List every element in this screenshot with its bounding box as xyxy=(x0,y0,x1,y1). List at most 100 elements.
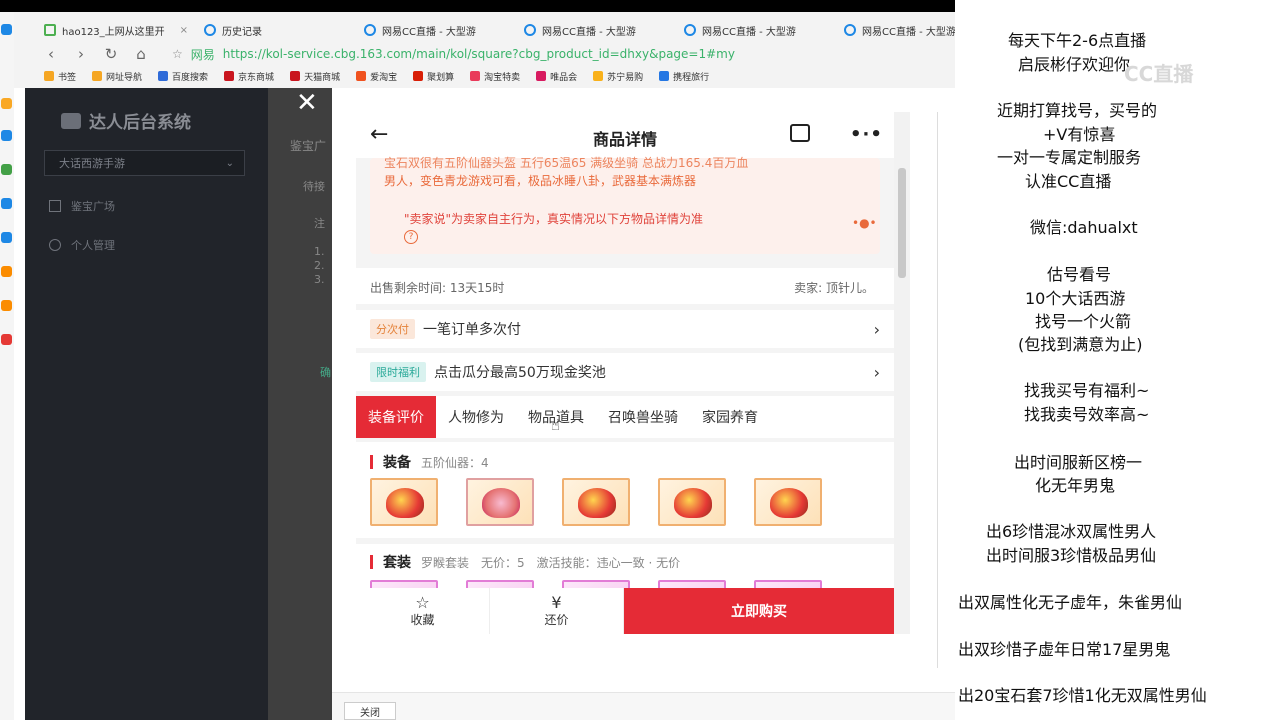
bookmark-item[interactable]: 淘宝特卖 xyxy=(462,70,528,83)
tab-hao123[interactable]: hao123_上网从这里开 × xyxy=(36,18,196,42)
back-icon[interactable]: ‹ xyxy=(36,45,66,63)
tab-cc-1[interactable]: 网易CC直播 - 大型游 xyxy=(356,18,516,42)
equipment-item[interactable] xyxy=(466,478,534,526)
overlay-line: 认准CC直播 xyxy=(1025,172,1112,191)
notice-top-line: 宝石双很有五阶仙器头盔 五行65温65 满级坐骑 总战力165.4百万血 xyxy=(384,156,749,170)
app-icon[interactable] xyxy=(1,130,12,141)
overlay-line: 10个大话西游 xyxy=(1025,289,1126,308)
close-icon[interactable]: ✕ xyxy=(296,90,318,116)
game-select[interactable]: 大话西游手游 ⌄ xyxy=(44,150,245,176)
tab-history[interactable]: 历史记录 xyxy=(196,18,356,42)
app-icon[interactable] xyxy=(1,334,12,345)
tab-equipment-review[interactable]: 装备评价 xyxy=(356,396,436,438)
screen: hao123_上网从这里开 × 历史记录 网易CC直播 - 大型游 网易CC直播 … xyxy=(0,0,1280,720)
detail-tabs: 装备评价 人物修为 物品道具 召唤兽坐骑 家园养育 xyxy=(356,396,894,438)
welfare-row[interactable]: 限时福利 点击瓜分最高50万现金奖池 › xyxy=(356,353,894,391)
share-icon[interactable] xyxy=(790,124,810,142)
bookmark-item[interactable]: 携程旅行 xyxy=(651,70,717,83)
equipment-item[interactable] xyxy=(562,478,630,526)
cc-icon xyxy=(524,24,536,36)
bookmark-label: 京东商城 xyxy=(238,72,275,83)
confirm-button[interactable]: 确 xyxy=(320,364,331,380)
sidebar-item-label: 个人管理 xyxy=(71,239,115,252)
tab-cc-3[interactable]: 网易CC直播 - 大型游 xyxy=(676,18,836,42)
bookmark-item[interactable]: 书签 xyxy=(36,70,84,83)
more-icon[interactable]: •·• xyxy=(850,124,883,145)
overlay-line: 出6珍惜混冰双属性男人 xyxy=(986,522,1157,541)
bargain-button[interactable]: ¥ 还价 xyxy=(490,588,624,634)
list-item: 3. xyxy=(314,273,325,286)
helmet-icon xyxy=(674,488,712,518)
bookmark-label: 淘宝特卖 xyxy=(484,72,521,83)
app-icon[interactable] xyxy=(1,198,12,209)
scrollbar-thumb[interactable] xyxy=(898,168,906,278)
close-icon[interactable]: × xyxy=(180,25,188,36)
favorite-star-icon[interactable]: ☆ xyxy=(172,47,183,61)
bookmarks-bar: 书签 网址导航 百度搜索 京东商城 天猫商城 爱淘宝 聚划算 淘宝特卖 唯品会 … xyxy=(36,67,717,85)
refresh-icon[interactable]: ↻ xyxy=(96,45,126,63)
scrollbar[interactable] xyxy=(894,112,910,634)
stream-text-overlay: 每天下午2-6点直播 启辰彬仔欢迎你 近期打算找号，买号的 +V有惊喜 一对一专… xyxy=(955,0,1280,720)
app-icon[interactable] xyxy=(1,266,12,277)
overlay-line: 出双珍惜子虚年日常17星男鬼 xyxy=(958,640,1171,659)
logo-icon xyxy=(61,112,81,129)
tab-home[interactable]: 家园养育 xyxy=(690,396,770,438)
equipment-item[interactable] xyxy=(658,478,726,526)
notice-line: 男人，变色青龙游戏可看，极品冰睡八卦，武器基本满炼器 xyxy=(384,174,697,188)
bookmark-item[interactable]: 唯品会 xyxy=(528,70,585,83)
app-icon[interactable] xyxy=(1,98,12,109)
help-icon[interactable]: ? xyxy=(404,230,418,244)
bargain-label: 还价 xyxy=(544,612,569,627)
app-icon[interactable] xyxy=(1,232,12,243)
url-field[interactable]: ☆ 网易 https://kol-service.cbg.163.com/mai… xyxy=(172,46,735,63)
bookmark-label: 苏宁易购 xyxy=(607,72,644,83)
equipment-item[interactable] xyxy=(370,478,438,526)
sidebar-item-personal[interactable]: 个人管理 xyxy=(49,237,115,253)
overlay-line: 微信:dahualxt xyxy=(1030,218,1138,237)
expand-dots-icon[interactable]: •●• xyxy=(852,216,877,230)
bookmark-item[interactable]: 聚划算 xyxy=(405,70,462,83)
cc-icon xyxy=(684,24,696,36)
overlay-line: 化无年男鬼 xyxy=(1035,476,1116,495)
buy-now-button[interactable]: 立即购买 xyxy=(624,588,894,634)
bookmark-item[interactable]: 网址导航 xyxy=(84,70,150,83)
weapon-icon xyxy=(386,488,424,518)
installment-row[interactable]: 分次付 一笔订单多次付 › xyxy=(356,310,894,348)
nav-icon xyxy=(92,71,103,81)
tab-cultivation[interactable]: 人物修为 xyxy=(436,396,516,438)
bookmark-item[interactable]: 苏宁易购 xyxy=(585,70,651,83)
left-icon-strip xyxy=(0,12,14,720)
tab-label: 网易CC直播 - 大型游 xyxy=(862,26,956,38)
tab-cc-2[interactable]: 网易CC直播 - 大型游 xyxy=(516,18,676,42)
bookmark-label: 聚划算 xyxy=(427,72,455,83)
home-icon[interactable]: ⌂ xyxy=(126,45,156,63)
app-icon[interactable] xyxy=(1,164,12,175)
equipment-item[interactable] xyxy=(754,478,822,526)
bookmark-label: 爱淘宝 xyxy=(370,72,398,83)
overlay-line: 每天下午2-6点直播 xyxy=(1008,31,1147,50)
bookmark-item[interactable]: 爱淘宝 xyxy=(348,70,405,83)
section-subtitle: 罗睺套装 无价：5 激活技能：违心一致 · 无价 xyxy=(421,555,681,570)
bottom-action-bar: ☆ 收藏 ¥ 还价 立即购买 xyxy=(356,588,894,634)
welfare-tag: 限时福利 xyxy=(370,362,426,382)
overlay-line: 找我买号有福利~ xyxy=(1024,381,1150,400)
overlay-line: 出时间服新区榜一 xyxy=(1014,453,1143,472)
tab-pets-mounts[interactable]: 召唤兽坐骑 xyxy=(596,396,690,438)
app-icon[interactable] xyxy=(1,24,12,35)
favorite-button[interactable]: ☆ 收藏 xyxy=(356,588,490,634)
bookmark-item[interactable]: 京东商城 xyxy=(216,70,282,83)
sale-info: 出售剩余时间: 13天15时 卖家: 顶针儿。 xyxy=(356,268,894,304)
bookmark-label: 网址导航 xyxy=(106,72,143,83)
bookmark-item[interactable]: 百度搜索 xyxy=(150,70,216,83)
close-button[interactable]: 关闭 xyxy=(344,702,396,720)
necklace-icon xyxy=(482,488,520,518)
bookmark-item[interactable]: 天猫商城 xyxy=(282,70,348,83)
main-tab: 待接 xyxy=(303,180,325,193)
product-detail-view: ← 商品详情 •·• 宝石双很有五阶仙器头盔 五行65温65 满级坐骑 总战力1… xyxy=(356,112,910,634)
sidebar-item-square[interactable]: 鉴宝广场 xyxy=(49,198,115,214)
seller-name: 卖家: 顶针儿。 xyxy=(794,281,874,295)
history-icon xyxy=(204,24,216,36)
forward-icon[interactable]: › xyxy=(66,45,96,63)
app-icon[interactable] xyxy=(1,300,12,311)
cc-icon xyxy=(844,24,856,36)
